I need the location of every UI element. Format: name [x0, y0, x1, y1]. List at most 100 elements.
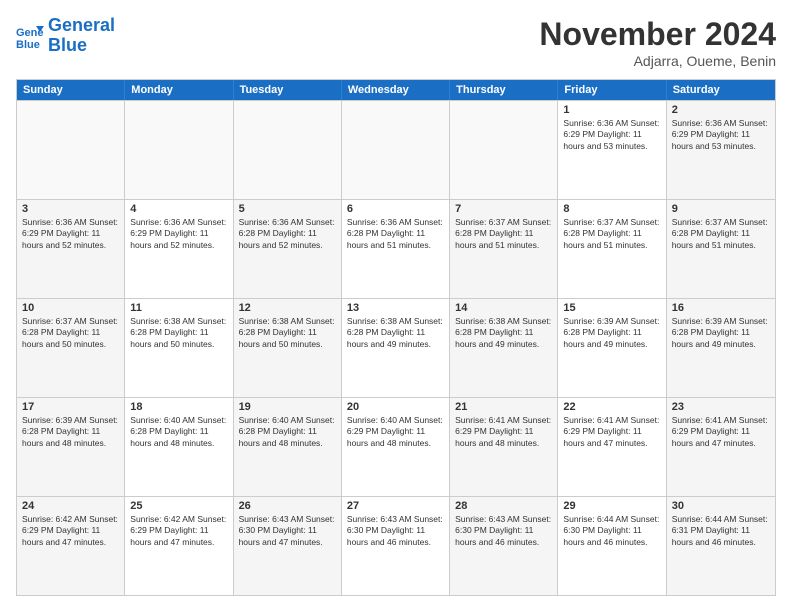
cell-info: Sunrise: 6:37 AM Sunset: 6:28 PM Dayligh…	[455, 217, 552, 251]
calendar-cell-27: 27 Sunrise: 6:43 AM Sunset: 6:30 PM Dayli…	[342, 497, 450, 595]
calendar-cell-empty	[125, 101, 233, 199]
cell-info: Sunrise: 6:36 AM Sunset: 6:28 PM Dayligh…	[347, 217, 444, 251]
header-day-monday: Monday	[125, 80, 233, 100]
day-number: 19	[239, 401, 336, 413]
day-number: 10	[22, 302, 119, 314]
calendar-row-5: 24Sunrise: 6:42 AM Sunset: 6:29 PM Dayli…	[17, 496, 775, 595]
calendar-cell-17: 17 Sunrise: 6:39 AM Sunset: 6:28 PM Dayli…	[17, 398, 125, 496]
day-number: 26	[239, 500, 336, 512]
page: General Blue General Blue November 2024 …	[0, 0, 792, 612]
calendar: SundayMondayTuesdayWednesdayThursdayFrid…	[16, 79, 776, 596]
day-number: 2	[672, 104, 770, 116]
day-number: 3	[22, 203, 119, 215]
calendar-cell-empty	[342, 101, 450, 199]
calendar-cell-21: 21 Sunrise: 6:41 AM Sunset: 6:29 PM Dayli…	[450, 398, 558, 496]
day-number: 18	[130, 401, 227, 413]
header-day-friday: Friday	[558, 80, 666, 100]
day-number: 14	[455, 302, 552, 314]
calendar-cell-19: 19Sunrise: 6:40 AM Sunset: 6:28 PM Dayli…	[234, 398, 342, 496]
day-number: 15	[563, 302, 660, 314]
day-number: 29	[563, 500, 660, 512]
calendar-body: 1 Sunrise: 6:36 AM Sunset: 6:29 PM Daylig…	[17, 100, 775, 595]
calendar-row-1: 1 Sunrise: 6:36 AM Sunset: 6:29 PM Daylig…	[17, 100, 775, 199]
day-number: 8	[563, 203, 660, 215]
day-number: 21	[455, 401, 552, 413]
cell-info: Sunrise: 6:43 AM Sunset: 6:30 PM Dayligh…	[347, 514, 444, 548]
day-number: 6	[347, 203, 444, 215]
cell-info: Sunrise: 6:36 AM Sunset: 6:29 PM Dayligh…	[22, 217, 119, 251]
day-number: 17	[22, 401, 119, 413]
calendar-cell-28: 28 Sunrise: 6:43 AM Sunset: 6:30 PM Dayli…	[450, 497, 558, 595]
cell-info: Sunrise: 6:36 AM Sunset: 6:29 PM Dayligh…	[563, 118, 660, 152]
cell-info: Sunrise: 6:44 AM Sunset: 6:31 PM Dayligh…	[672, 514, 770, 548]
calendar-cell-26: 26 Sunrise: 6:43 AM Sunset: 6:30 PM Dayli…	[234, 497, 342, 595]
calendar-cell-9: 9Sunrise: 6:37 AM Sunset: 6:28 PM Daylig…	[667, 200, 775, 298]
cell-info: Sunrise: 6:39 AM Sunset: 6:28 PM Dayligh…	[672, 316, 770, 350]
calendar-row-3: 10 Sunrise: 6:37 AM Sunset: 6:28 PM Dayli…	[17, 298, 775, 397]
cell-info: Sunrise: 6:37 AM Sunset: 6:28 PM Dayligh…	[22, 316, 119, 350]
calendar-header: SundayMondayTuesdayWednesdayThursdayFrid…	[17, 80, 775, 100]
calendar-cell-13: 13Sunrise: 6:38 AM Sunset: 6:28 PM Dayli…	[342, 299, 450, 397]
title-block: November 2024 Adjarra, Oueme, Benin	[539, 16, 776, 69]
cell-info: Sunrise: 6:41 AM Sunset: 6:29 PM Dayligh…	[672, 415, 770, 449]
cell-info: Sunrise: 6:43 AM Sunset: 6:30 PM Dayligh…	[455, 514, 552, 548]
calendar-cell-16: 16Sunrise: 6:39 AM Sunset: 6:28 PM Dayli…	[667, 299, 775, 397]
header-day-saturday: Saturday	[667, 80, 775, 100]
cell-info: Sunrise: 6:44 AM Sunset: 6:30 PM Dayligh…	[563, 514, 660, 548]
cell-info: Sunrise: 6:40 AM Sunset: 6:28 PM Dayligh…	[130, 415, 227, 449]
cell-info: Sunrise: 6:39 AM Sunset: 6:28 PM Dayligh…	[22, 415, 119, 449]
calendar-cell-14: 14 Sunrise: 6:38 AM Sunset: 6:28 PM Dayli…	[450, 299, 558, 397]
cell-info: Sunrise: 6:41 AM Sunset: 6:29 PM Dayligh…	[563, 415, 660, 449]
cell-info: Sunrise: 6:43 AM Sunset: 6:30 PM Dayligh…	[239, 514, 336, 548]
cell-info: Sunrise: 6:40 AM Sunset: 6:29 PM Dayligh…	[347, 415, 444, 449]
cell-info: Sunrise: 6:42 AM Sunset: 6:29 PM Dayligh…	[130, 514, 227, 548]
cell-info: Sunrise: 6:38 AM Sunset: 6:28 PM Dayligh…	[130, 316, 227, 350]
calendar-cell-empty	[234, 101, 342, 199]
cell-info: Sunrise: 6:39 AM Sunset: 6:28 PM Dayligh…	[563, 316, 660, 350]
svg-text:Blue: Blue	[16, 39, 40, 50]
calendar-cell-25: 25 Sunrise: 6:42 AM Sunset: 6:29 PM Dayli…	[125, 497, 233, 595]
cell-info: Sunrise: 6:38 AM Sunset: 6:28 PM Dayligh…	[455, 316, 552, 350]
day-number: 4	[130, 203, 227, 215]
calendar-cell-2: 2 Sunrise: 6:36 AM Sunset: 6:29 PM Daylig…	[667, 101, 775, 199]
day-number: 11	[130, 302, 227, 314]
day-number: 5	[239, 203, 336, 215]
calendar-cell-20: 20 Sunrise: 6:40 AM Sunset: 6:29 PM Dayli…	[342, 398, 450, 496]
calendar-cell-30: 30Sunrise: 6:44 AM Sunset: 6:31 PM Dayli…	[667, 497, 775, 595]
logo: General Blue General Blue	[16, 16, 115, 56]
header-day-wednesday: Wednesday	[342, 80, 450, 100]
day-number: 28	[455, 500, 552, 512]
calendar-cell-3: 3 Sunrise: 6:36 AM Sunset: 6:29 PM Daylig…	[17, 200, 125, 298]
calendar-cell-22: 22 Sunrise: 6:41 AM Sunset: 6:29 PM Dayli…	[558, 398, 666, 496]
calendar-cell-18: 18 Sunrise: 6:40 AM Sunset: 6:28 PM Dayli…	[125, 398, 233, 496]
day-number: 23	[672, 401, 770, 413]
calendar-cell-1: 1 Sunrise: 6:36 AM Sunset: 6:29 PM Daylig…	[558, 101, 666, 199]
cell-info: Sunrise: 6:36 AM Sunset: 6:29 PM Dayligh…	[672, 118, 770, 152]
day-number: 22	[563, 401, 660, 413]
day-number: 13	[347, 302, 444, 314]
calendar-cell-4: 4Sunrise: 6:36 AM Sunset: 6:29 PM Daylig…	[125, 200, 233, 298]
calendar-cell-29: 29 Sunrise: 6:44 AM Sunset: 6:30 PM Dayli…	[558, 497, 666, 595]
cell-info: Sunrise: 6:37 AM Sunset: 6:28 PM Dayligh…	[672, 217, 770, 251]
calendar-cell-7: 7Sunrise: 6:37 AM Sunset: 6:28 PM Daylig…	[450, 200, 558, 298]
cell-info: Sunrise: 6:41 AM Sunset: 6:29 PM Dayligh…	[455, 415, 552, 449]
day-number: 20	[347, 401, 444, 413]
calendar-row-4: 17 Sunrise: 6:39 AM Sunset: 6:28 PM Dayli…	[17, 397, 775, 496]
cell-info: Sunrise: 6:36 AM Sunset: 6:28 PM Dayligh…	[239, 217, 336, 251]
calendar-cell-23: 23 Sunrise: 6:41 AM Sunset: 6:29 PM Dayli…	[667, 398, 775, 496]
calendar-cell-15: 15 Sunrise: 6:39 AM Sunset: 6:28 PM Dayli…	[558, 299, 666, 397]
day-number: 27	[347, 500, 444, 512]
calendar-cell-11: 11 Sunrise: 6:38 AM Sunset: 6:28 PM Dayli…	[125, 299, 233, 397]
day-number: 1	[563, 104, 660, 116]
calendar-cell-empty	[450, 101, 558, 199]
cell-info: Sunrise: 6:38 AM Sunset: 6:28 PM Dayligh…	[239, 316, 336, 350]
calendar-cell-10: 10 Sunrise: 6:37 AM Sunset: 6:28 PM Dayli…	[17, 299, 125, 397]
logo-text: General Blue	[48, 16, 115, 56]
header-day-tuesday: Tuesday	[234, 80, 342, 100]
day-number: 25	[130, 500, 227, 512]
cell-info: Sunrise: 6:37 AM Sunset: 6:28 PM Dayligh…	[563, 217, 660, 251]
calendar-cell-12: 12Sunrise: 6:38 AM Sunset: 6:28 PM Dayli…	[234, 299, 342, 397]
calendar-cell-6: 6 Sunrise: 6:36 AM Sunset: 6:28 PM Daylig…	[342, 200, 450, 298]
calendar-cell-8: 8 Sunrise: 6:37 AM Sunset: 6:28 PM Daylig…	[558, 200, 666, 298]
calendar-row-2: 3 Sunrise: 6:36 AM Sunset: 6:29 PM Daylig…	[17, 199, 775, 298]
